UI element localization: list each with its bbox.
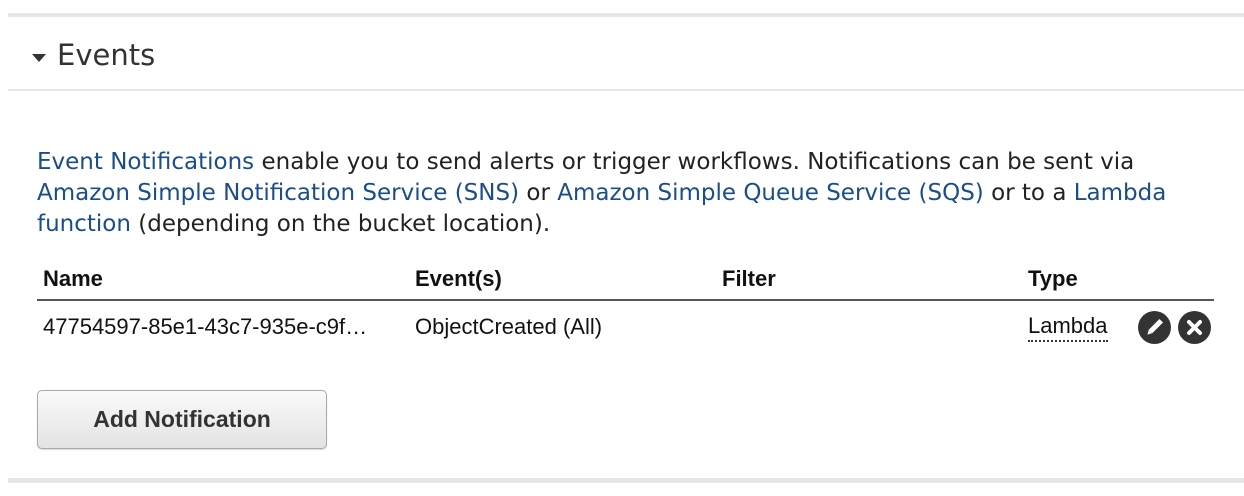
description-text-2: or	[519, 180, 558, 206]
section-header[interactable]: Events	[8, 17, 1244, 91]
description-text-1: enable you to send alerts or trigger wor…	[254, 149, 1135, 175]
collapse-caret-icon[interactable]	[32, 54, 46, 62]
events-panel: Events Event Notifications enable you to…	[0, 0, 1244, 496]
column-header-filter: Filter	[722, 266, 776, 291]
events-description: Event Notifications enable you to send a…	[37, 147, 1217, 240]
section-title[interactable]: Events	[57, 37, 155, 73]
column-header-events: Event(s)	[415, 266, 502, 291]
header-divider	[37, 299, 1214, 301]
pencil-icon	[1147, 319, 1163, 335]
add-notification-button[interactable]: Add Notification	[37, 390, 327, 449]
notification-type[interactable]: Lambda	[1028, 312, 1108, 342]
description-text-4: (depending on the bucket location).	[130, 211, 551, 237]
sqs-link[interactable]: Amazon Simple Queue Service (SQS)	[557, 180, 984, 206]
sns-link[interactable]: Amazon Simple Notification Service (SNS)	[37, 180, 519, 206]
notification-name: 47754597-85e1-43c7-935e-c9f…	[43, 314, 368, 339]
column-header-type: Type	[1028, 266, 1078, 291]
panel-bottom-border	[8, 478, 1244, 483]
event-notifications-link[interactable]: Event Notifications	[37, 149, 254, 175]
description-text-3: or to a	[983, 180, 1074, 206]
edit-notification-button[interactable]	[1138, 311, 1171, 344]
notification-events: ObjectCreated (All)	[415, 314, 603, 339]
close-icon	[1187, 320, 1202, 335]
delete-notification-button[interactable]	[1178, 311, 1211, 344]
column-header-name: Name	[43, 266, 103, 291]
